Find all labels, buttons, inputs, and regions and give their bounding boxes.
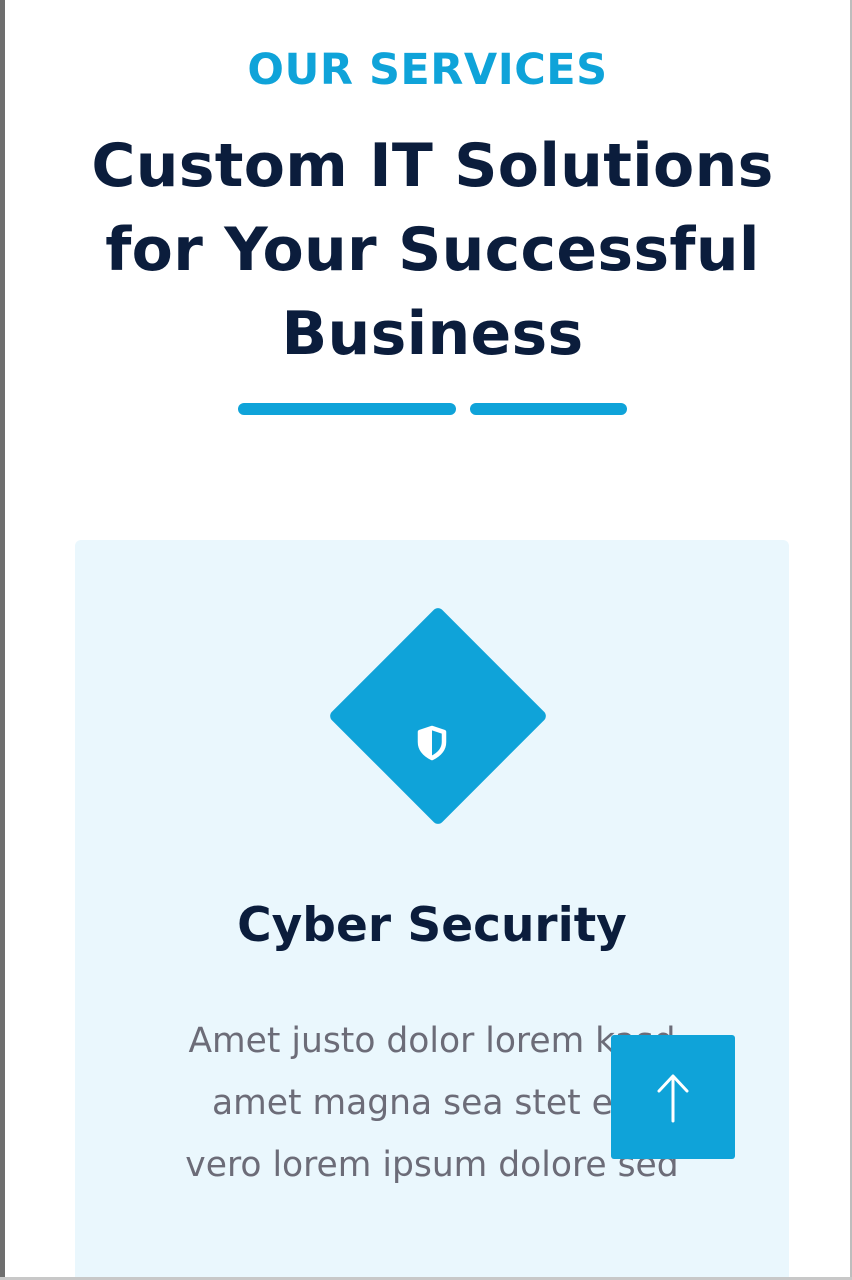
back-to-top-button[interactable] — [611, 1035, 735, 1159]
title-divider-left — [238, 403, 456, 415]
section-eyebrow: OUR SERVICES — [247, 45, 608, 95]
section-title-line: Business — [281, 299, 584, 369]
section-title: Custom IT Solutions for Your Successful … — [65, 124, 800, 376]
arrow-up-icon — [657, 1074, 689, 1123]
service-title: Cyber Security — [237, 898, 627, 953]
title-divider-right — [470, 403, 627, 415]
shield-icon — [412, 723, 452, 763]
service-card-cyber-security: Cyber Security Amet justo dolor lorem ka… — [75, 540, 789, 1277]
services-section: OUR SERVICES Custom IT Solutions for You… — [5, 0, 850, 1277]
service-icon-diamond — [327, 605, 549, 827]
section-title-line: Custom IT Solutions — [91, 131, 774, 201]
section-title-line: for Your Successful — [105, 215, 760, 285]
